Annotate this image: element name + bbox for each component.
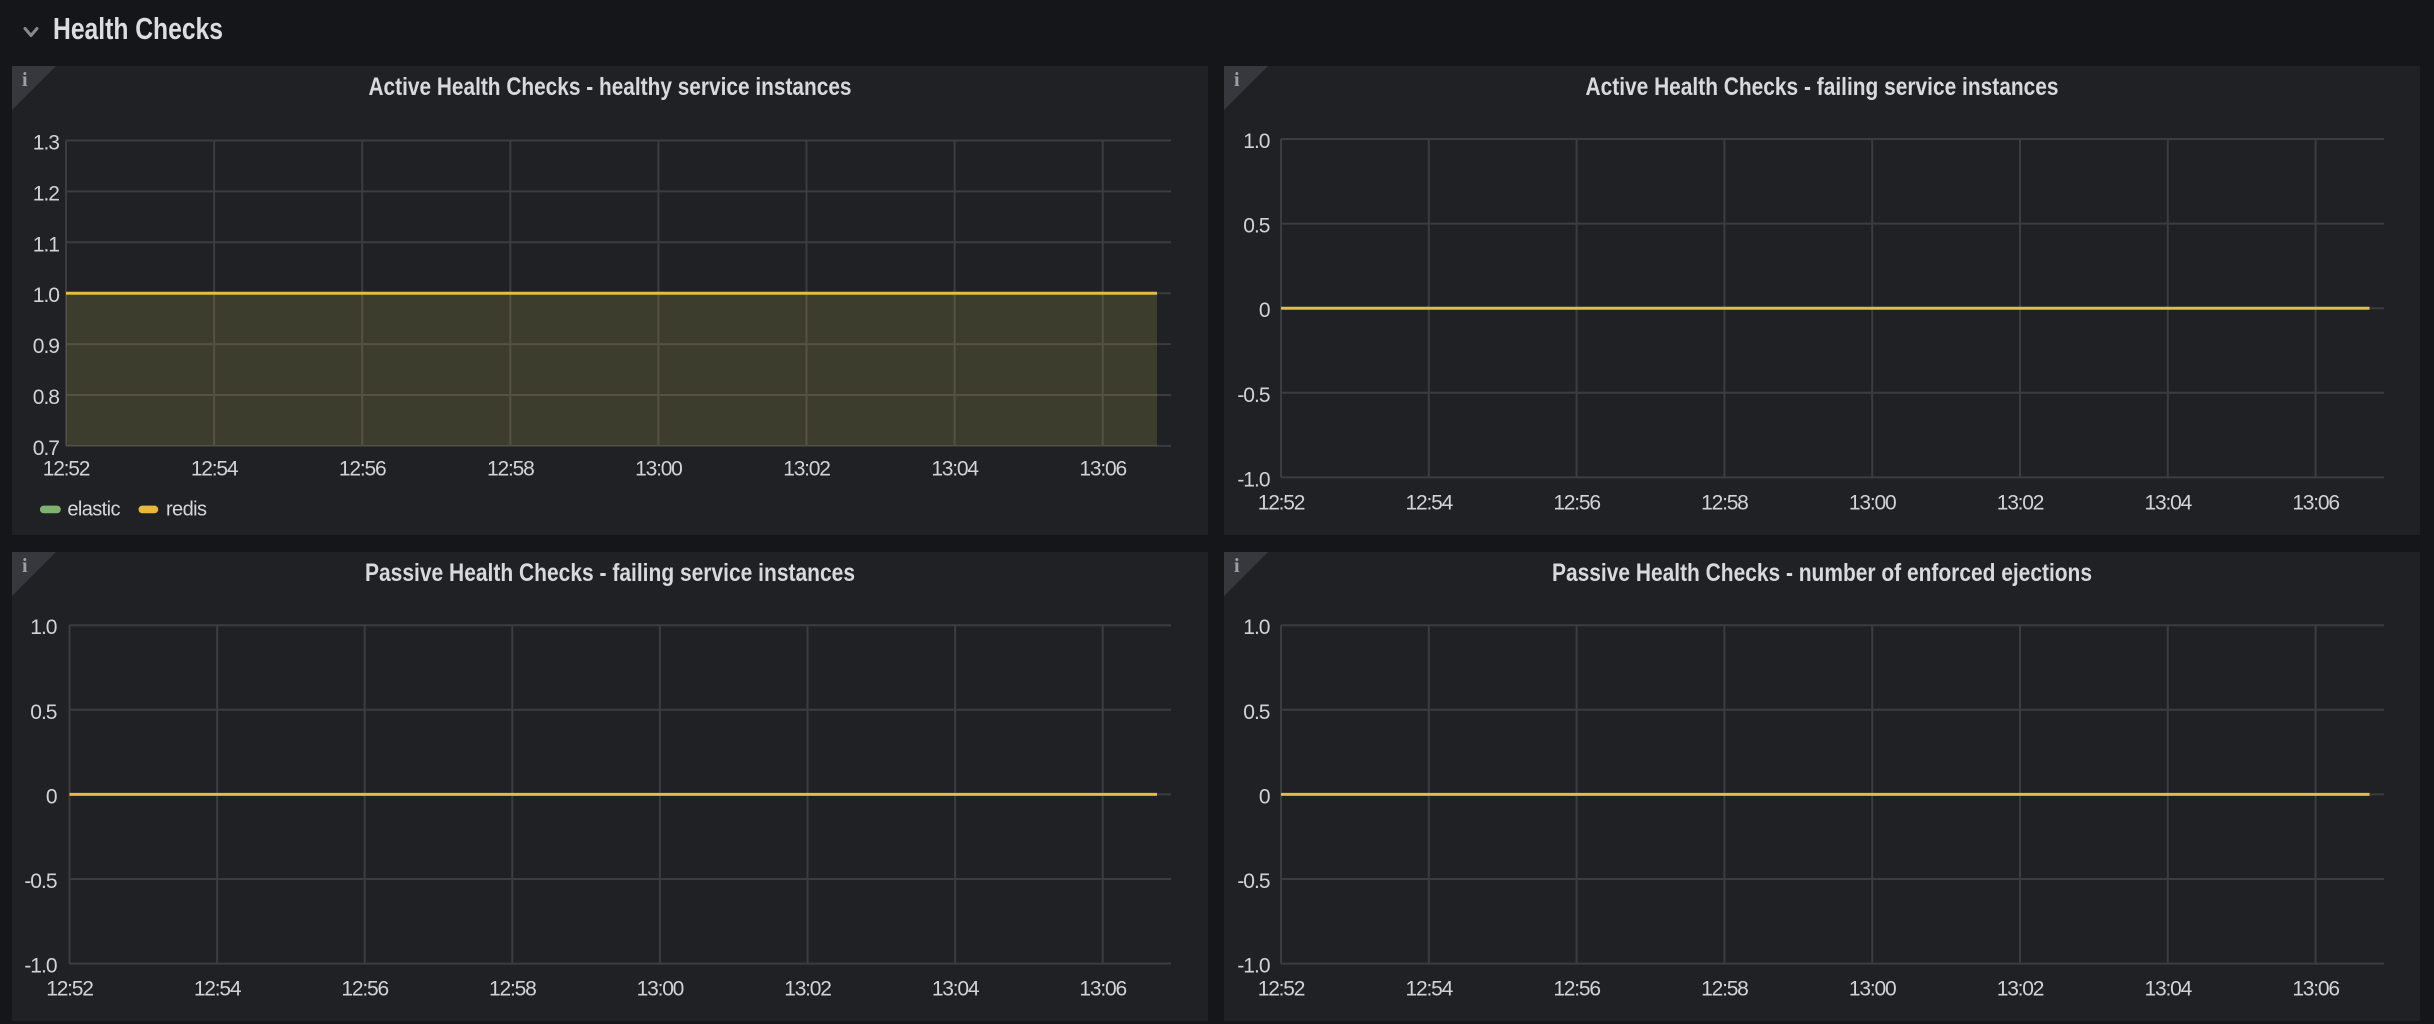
svg-text:0.5: 0.5 bbox=[1243, 215, 1270, 238]
svg-text:-0.5: -0.5 bbox=[1237, 870, 1270, 893]
svg-text:i: i bbox=[22, 555, 28, 577]
svg-text:i: i bbox=[1234, 69, 1240, 91]
svg-text:13:00: 13:00 bbox=[1849, 491, 1896, 514]
svg-text:-1.0: -1.0 bbox=[1237, 955, 1270, 978]
svg-text:12:56: 12:56 bbox=[1553, 978, 1600, 1001]
svg-text:1.2: 1.2 bbox=[33, 182, 60, 205]
svg-text:12:52: 12:52 bbox=[43, 458, 90, 481]
svg-text:13:06: 13:06 bbox=[2292, 978, 2339, 1001]
svg-text:i: i bbox=[1234, 555, 1240, 577]
svg-text:1.0: 1.0 bbox=[30, 616, 57, 639]
svg-text:Passive Health Checks - failin: Passive Health Checks - failing service … bbox=[365, 559, 855, 587]
svg-text:Passive Health Checks - number: Passive Health Checks - number of enforc… bbox=[1552, 559, 2092, 587]
svg-text:13:04: 13:04 bbox=[931, 458, 979, 481]
svg-text:12:58: 12:58 bbox=[1701, 491, 1748, 514]
svg-text:0: 0 bbox=[46, 785, 57, 808]
svg-text:12:52: 12:52 bbox=[1258, 978, 1305, 1001]
svg-text:-0.5: -0.5 bbox=[1237, 384, 1270, 407]
svg-text:12:58: 12:58 bbox=[487, 458, 534, 481]
svg-text:elastic: elastic bbox=[67, 499, 120, 521]
svg-text:-0.5: -0.5 bbox=[24, 870, 57, 893]
svg-text:Active Health Checks - failing: Active Health Checks - failing service i… bbox=[1586, 73, 2059, 101]
svg-text:13:06: 13:06 bbox=[2292, 491, 2339, 514]
svg-text:12:54: 12:54 bbox=[1406, 491, 1454, 514]
svg-text:redis: redis bbox=[166, 499, 207, 521]
svg-text:12:52: 12:52 bbox=[1258, 491, 1305, 514]
svg-text:Health Checks: Health Checks bbox=[53, 11, 223, 46]
svg-text:13:04: 13:04 bbox=[2145, 491, 2193, 514]
svg-text:0.9: 0.9 bbox=[33, 335, 60, 358]
svg-text:1.0: 1.0 bbox=[1243, 616, 1270, 639]
svg-text:12:54: 12:54 bbox=[194, 978, 242, 1001]
svg-text:13:06: 13:06 bbox=[1079, 978, 1126, 1001]
svg-text:0: 0 bbox=[1259, 299, 1270, 322]
svg-text:13:00: 13:00 bbox=[637, 978, 684, 1001]
svg-text:1.0: 1.0 bbox=[33, 284, 60, 307]
svg-text:-1.0: -1.0 bbox=[24, 955, 57, 978]
svg-text:0.5: 0.5 bbox=[30, 701, 57, 724]
svg-text:13:00: 13:00 bbox=[635, 458, 682, 481]
svg-text:12:54: 12:54 bbox=[1406, 978, 1454, 1001]
svg-text:13:02: 13:02 bbox=[784, 978, 831, 1001]
svg-text:1.0: 1.0 bbox=[1243, 130, 1270, 153]
svg-text:1.1: 1.1 bbox=[33, 233, 60, 256]
svg-text:13:04: 13:04 bbox=[932, 978, 980, 1001]
svg-text:12:56: 12:56 bbox=[341, 978, 388, 1001]
svg-text:i: i bbox=[22, 69, 28, 91]
svg-text:13:04: 13:04 bbox=[2145, 978, 2193, 1001]
svg-text:13:02: 13:02 bbox=[1997, 491, 2044, 514]
svg-text:Active Health Checks - healthy: Active Health Checks - healthy service i… bbox=[369, 73, 852, 101]
svg-text:12:56: 12:56 bbox=[339, 458, 386, 481]
svg-text:-1.0: -1.0 bbox=[1237, 468, 1270, 491]
svg-text:12:54: 12:54 bbox=[191, 458, 239, 481]
svg-text:0: 0 bbox=[1259, 785, 1270, 808]
svg-text:12:52: 12:52 bbox=[46, 978, 93, 1001]
svg-text:1.3: 1.3 bbox=[33, 132, 60, 155]
svg-text:13:02: 13:02 bbox=[783, 458, 830, 481]
svg-text:12:56: 12:56 bbox=[1553, 491, 1600, 514]
svg-text:12:58: 12:58 bbox=[1701, 978, 1748, 1001]
svg-text:0.8: 0.8 bbox=[33, 386, 60, 409]
svg-text:13:06: 13:06 bbox=[1079, 458, 1126, 481]
svg-text:0.7: 0.7 bbox=[33, 437, 60, 460]
svg-text:12:58: 12:58 bbox=[489, 978, 536, 1001]
svg-text:13:00: 13:00 bbox=[1849, 978, 1896, 1001]
svg-text:13:02: 13:02 bbox=[1997, 978, 2044, 1001]
svg-text:0.5: 0.5 bbox=[1243, 701, 1270, 724]
